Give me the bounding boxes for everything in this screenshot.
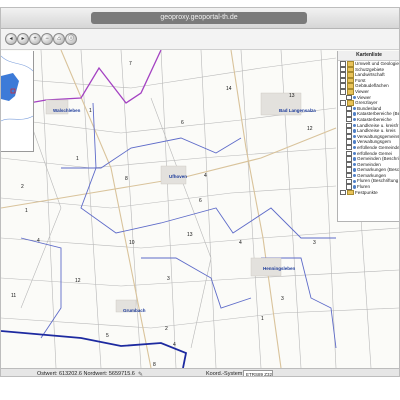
parcel-number: 6 [199, 198, 202, 204]
layer-icon [352, 157, 356, 161]
layer-icon [352, 185, 356, 189]
place-label: Walschleben [53, 108, 81, 113]
layer-icon [352, 106, 356, 111]
layer-icon [352, 151, 356, 156]
layer-label: Gemeinden (Beschrif [357, 156, 400, 162]
parcel-number: 4 [239, 240, 242, 246]
forward-button[interactable]: ▸ [17, 33, 29, 45]
layer-label: Katasterbereiche (Bes [357, 111, 400, 117]
layer-icon [352, 162, 356, 167]
crs-select[interactable]: ETRS89 Z32 [243, 370, 273, 376]
parcel-number: 7 [129, 61, 132, 67]
layer-icon [352, 168, 356, 172]
layer-panel: Kartenliste Umwelt und Geologie Schutzgeb… [337, 51, 400, 222]
layer-label: Gebäudeflächen [355, 83, 389, 89]
layer-icon [352, 179, 356, 183]
parcel-number: 1 [76, 156, 79, 162]
overview-map[interactable] [1, 51, 34, 152]
parcel-number: 4 [173, 342, 176, 348]
layer-label: Fluren (Beschriftung [357, 178, 399, 184]
layer-label: Viewer [357, 94, 371, 100]
parcel-number: 12 [307, 126, 313, 132]
overview-graphic [1, 55, 33, 122]
layer-label: Landkreise u. kreisfr [357, 122, 399, 128]
parcel-number: 14 [226, 86, 232, 92]
layer-checkbox[interactable] [340, 189, 346, 196]
home-button[interactable]: ⌂ [53, 33, 65, 45]
layer-icon [352, 117, 356, 122]
parcel-number: 13 [187, 232, 193, 238]
layer-icon [352, 123, 356, 128]
place-label: Bad Langensalza [279, 108, 316, 113]
layer-label: Festpunkte [355, 189, 378, 195]
layer-label: Bundesland [357, 105, 382, 111]
parcel-number: 1 [25, 208, 28, 214]
layer-label: Viewer [355, 88, 369, 94]
layer-label: Fluren [357, 184, 371, 190]
browser-window: geoproxy.geoportal-th.de ◂ ▸ + − ⌂ ⓘ Wal… [0, 7, 400, 377]
layer-label: Verwaltungsgem [357, 139, 391, 145]
layer-label: Gemarkungen (Besc [357, 167, 400, 173]
layer-icon [352, 173, 356, 178]
parcel-number: 12 [75, 278, 81, 284]
parcel-number: 4 [37, 238, 40, 244]
layer-icon [352, 112, 356, 116]
parcel-number: 13 [289, 93, 295, 99]
parcel-number: 1 [261, 316, 264, 322]
coordinate-readout: Ostwert: 613202.6 Nordwert: 5659715.6 [37, 371, 135, 377]
layer-icon [352, 95, 356, 100]
folder-icon [346, 189, 354, 196]
info-button[interactable]: ⓘ [65, 33, 77, 45]
title-bar: geoproxy.geoportal-th.de [1, 8, 399, 29]
layer-icon [352, 145, 356, 150]
layer-label: Umwelt und Geologie [355, 61, 399, 66]
layer-label: erfüllende Gemeinden [357, 144, 400, 150]
layer-panel-title: Kartenliste [338, 51, 399, 61]
parcel-number: 3 [167, 276, 170, 282]
layer-list: Umwelt und Geologie Schutzgebiete Landwirt… [338, 61, 400, 196]
parcel-number: 2 [21, 184, 24, 190]
layer-icon [352, 140, 356, 144]
parcel-number: 10 [129, 240, 135, 246]
parcel-number: 3 [281, 296, 284, 302]
pencil-icon[interactable]: ✎ [138, 370, 143, 376]
zoom-out-button[interactable]: − [41, 33, 53, 45]
zoom-in-button[interactable]: + [29, 33, 41, 45]
layer-label: Verwaltungsgemeins [357, 133, 400, 139]
layer-label: erfüllende Gemei [357, 150, 392, 156]
layer-label: Gemeinden [357, 161, 381, 167]
parcel-number: 4 [204, 173, 207, 179]
layer-label: Katasterbereiche [357, 116, 392, 122]
layer-label: Landkreise u. kreis [357, 128, 396, 134]
parcel-number: 1 [89, 108, 92, 114]
parcel-number: 5 [106, 333, 109, 339]
layer-label: Gemarkungen [357, 172, 387, 178]
place-label: Ufhoven [169, 174, 187, 179]
status-bar: Ostwert: 613202.6 Nordwert: 5659715.6 ✎ … [1, 368, 399, 377]
map-toolbar: ◂ ▸ + − ⌂ ⓘ [1, 29, 399, 50]
layer-icon [352, 129, 356, 133]
layer-label: Landwirtschaft [355, 72, 385, 78]
layer-folder[interactable]: Festpunkte [338, 189, 399, 196]
parcel-number: 3 [313, 240, 316, 246]
parcel-number: 8 [125, 176, 128, 182]
layer-icon [352, 134, 356, 139]
parcel-number: 2 [165, 326, 168, 332]
layer-label: Forst [355, 77, 366, 83]
parcel-number: 11 [11, 293, 17, 299]
place-label: Grumbach [123, 308, 146, 313]
address-bar[interactable]: geoproxy.geoportal-th.de [91, 12, 307, 24]
place-label: Henningsleben [263, 266, 296, 271]
layer-label: Grenzlayer [355, 100, 378, 106]
back-button[interactable]: ◂ [5, 33, 17, 45]
layer-label: Schutzgebiete [355, 66, 385, 72]
crs-label: Koord.-System: [206, 371, 244, 377]
parcel-number: 6 [181, 120, 184, 126]
